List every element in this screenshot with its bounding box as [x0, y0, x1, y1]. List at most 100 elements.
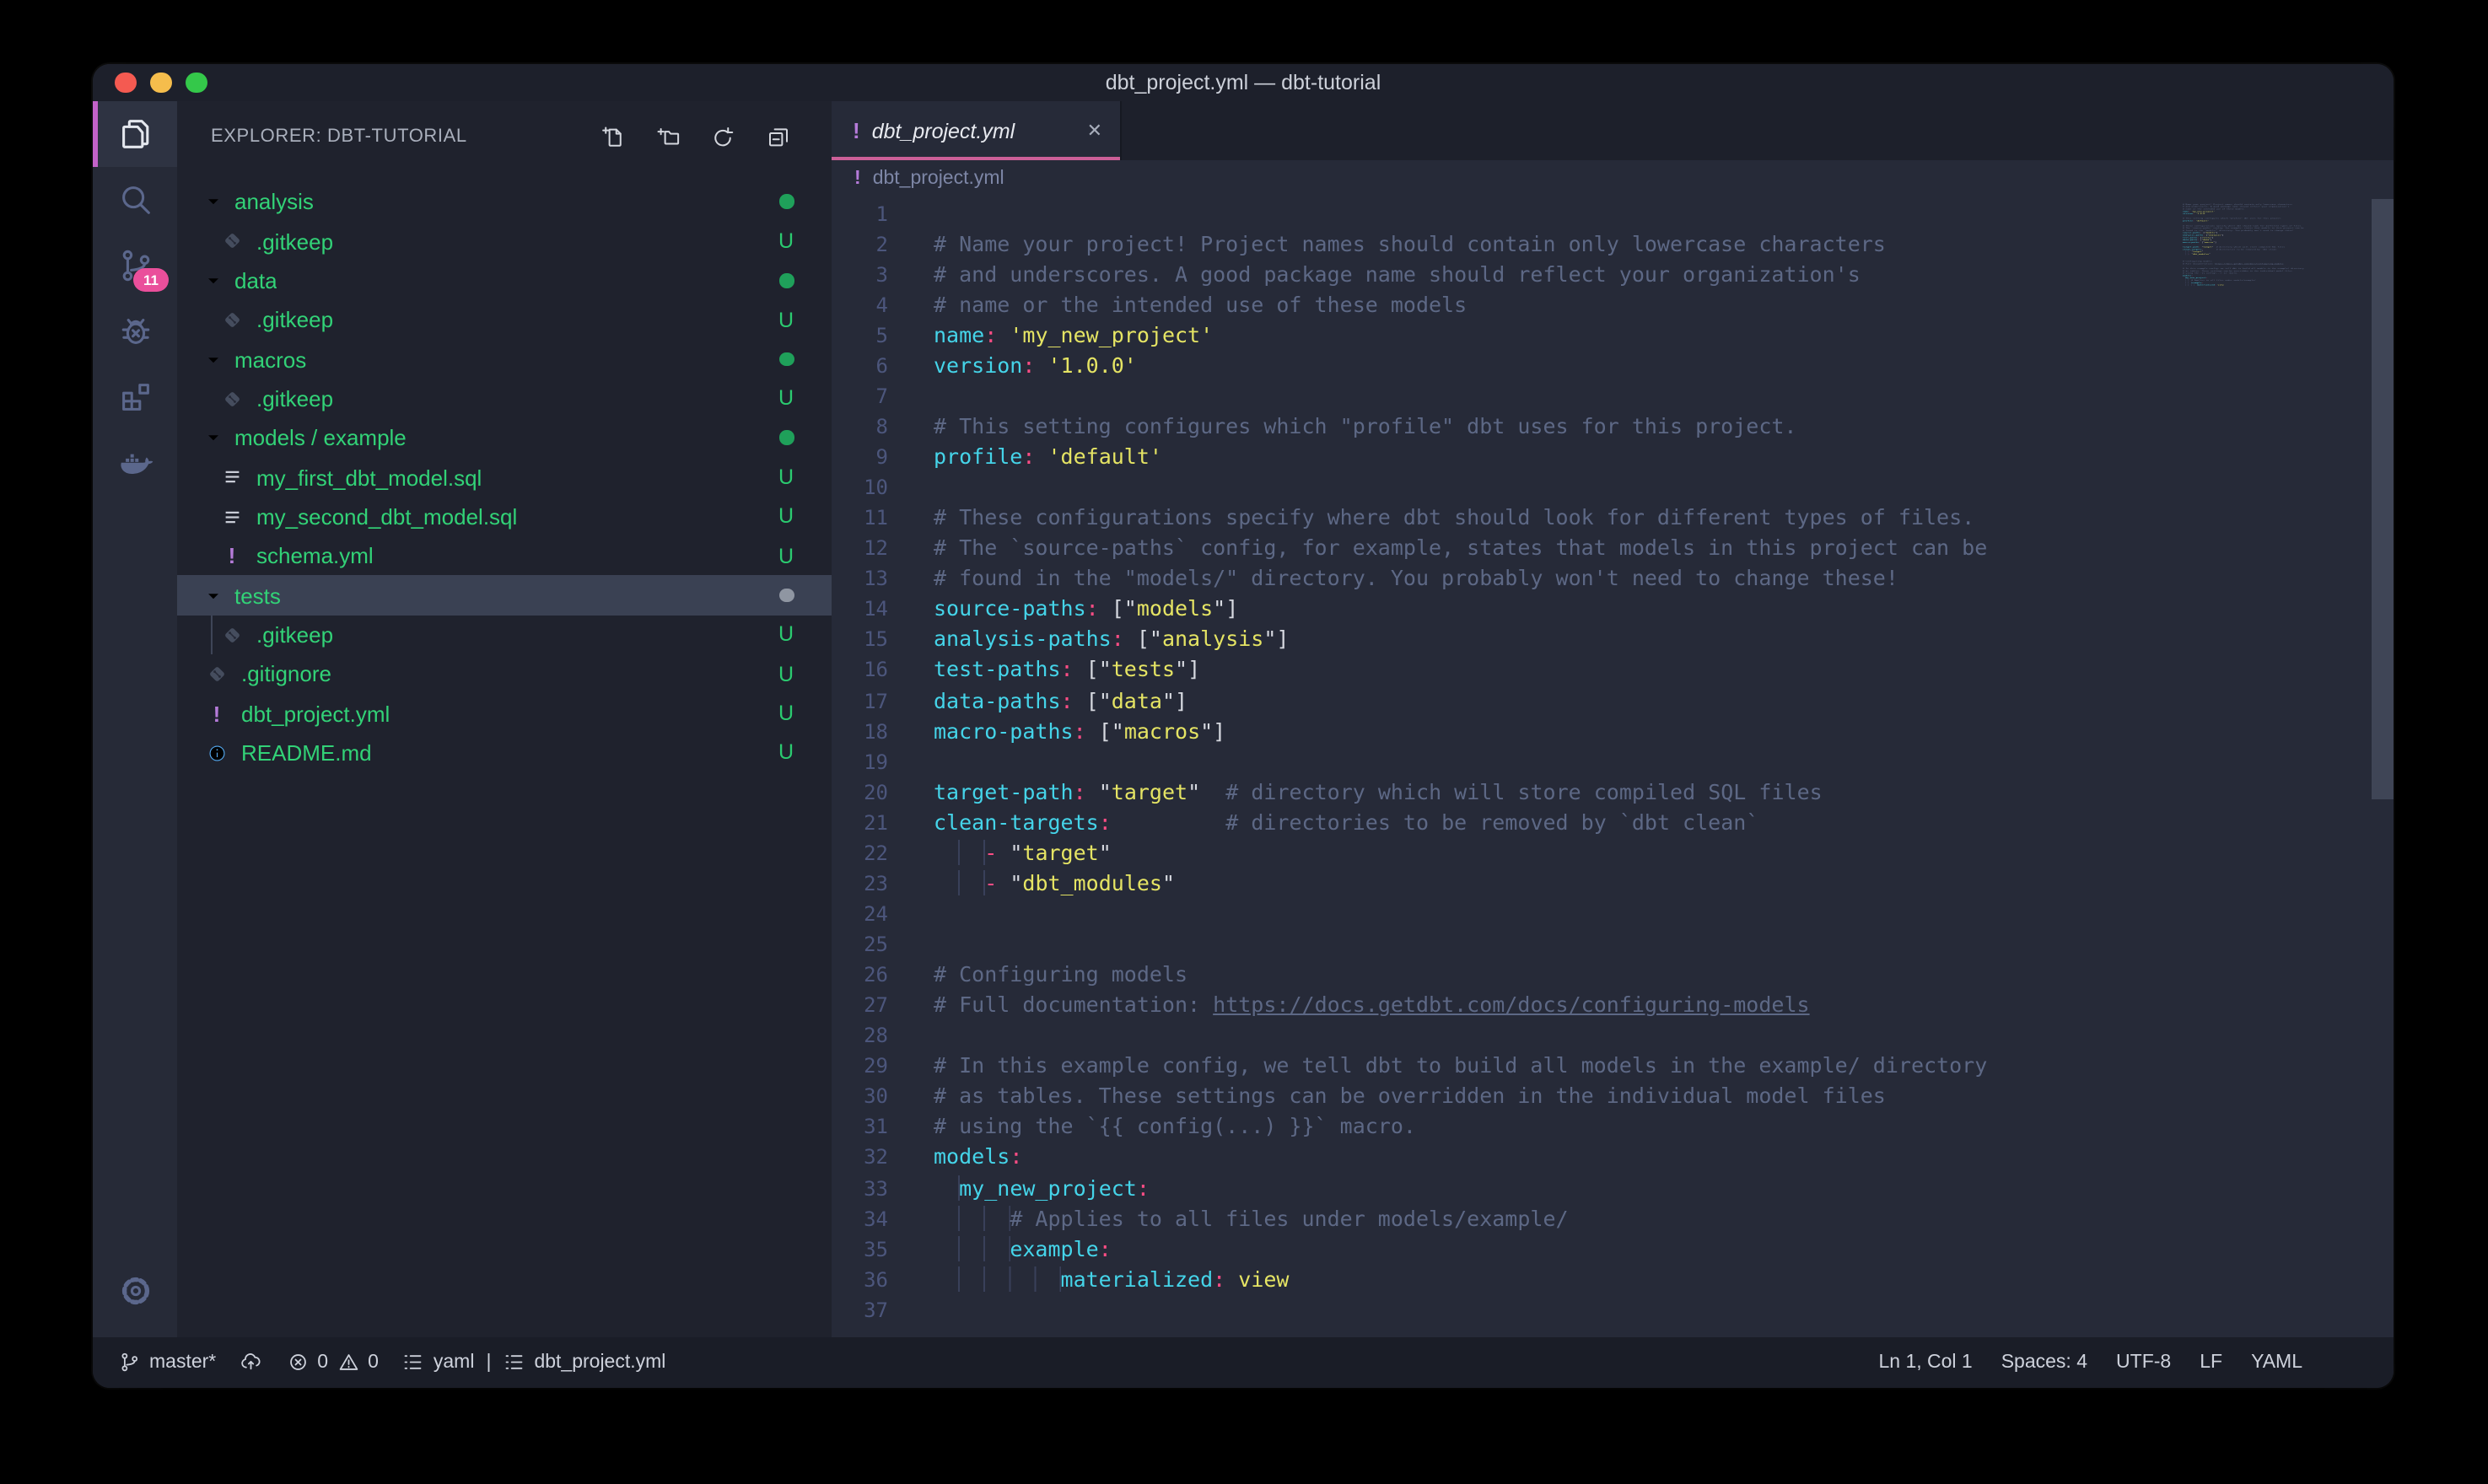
code-line: 33 my_new_project: [831, 1173, 2370, 1203]
code-line: 29# In this example config, we tell dbt … [831, 1051, 2370, 1082]
code-line: 20target-path: "target" # directory whic… [831, 777, 2370, 807]
info-icon [204, 741, 229, 764]
git-file-icon [219, 230, 245, 253]
window-title: dbt_project.yml — dbt-tutorial [1106, 71, 1381, 94]
code-line: 36 materialized: view [831, 1264, 2370, 1294]
tree-item-my-second-dbt-model-sql[interactable]: my_second_dbt_model.sqlU [177, 497, 831, 537]
editor-group: ! dbt_project.yml ✕ ! dbt_project.yml 12… [831, 101, 2394, 1336]
cursor-position-status[interactable]: Ln 1, Col 1 [1878, 1352, 1972, 1372]
git-untracked-badge: U [778, 387, 794, 411]
eol-status[interactable]: LF [2200, 1352, 2222, 1372]
editor-scrollbar[interactable] [2371, 198, 2394, 1336]
sync-changes-button[interactable] [240, 1351, 262, 1374]
code-line: 6version: '1.0.0' [831, 351, 2370, 381]
scm-changes-badge: 11 [133, 268, 169, 292]
editor[interactable]: 12# Name your project! Project names sho… [831, 198, 2394, 1336]
new-file-icon[interactable] [600, 124, 626, 149]
list-tree-icon [402, 1351, 425, 1374]
code-line: 35 example: [831, 1234, 2370, 1264]
code-line: 15analysis-paths: ["analysis"] [831, 625, 2370, 655]
explorer-title: EXPLORER: DBT-TUTORIAL [211, 126, 467, 147]
tree-item--gitkeep[interactable]: .gitkeepU [177, 616, 831, 655]
titlebar: dbt_project.yml — dbt-tutorial [93, 63, 2394, 101]
maximize-window-button[interactable] [186, 72, 207, 93]
activity-settings-button[interactable] [93, 1257, 177, 1323]
code-line: 26# Configuring models [831, 960, 2370, 990]
explorer-sidebar: EXPLORER: DBT-TUTORIAL analysis.gitkeepU… [177, 101, 831, 1336]
tree-item--gitkeep[interactable]: .gitkeepU [177, 379, 831, 418]
code-line: 4# name or the intended use of these mod… [831, 289, 2370, 320]
code-line: 17data-paths: ["data"] [831, 686, 2370, 716]
tree-item-schema-yml[interactable]: !schema.ymlU [177, 536, 831, 576]
tree-item-macros[interactable]: macros [177, 340, 831, 379]
tab-dbt-project-yml[interactable]: ! dbt_project.yml ✕ [831, 101, 1121, 160]
sql-file-icon [219, 466, 245, 489]
tree-item-my-first-dbt-model-sql[interactable]: my_first_dbt_model.sqlU [177, 458, 831, 497]
indentation-status[interactable]: Spaces: 4 [2001, 1352, 2087, 1372]
new-folder-icon[interactable] [655, 124, 681, 149]
chevron-down-icon[interactable] [204, 586, 229, 605]
tree-item-models-example[interactable]: models / example [177, 418, 831, 458]
code-line: 28 [831, 1020, 2370, 1051]
git-file-icon [204, 663, 229, 686]
code-line: 13# found in the "models/" directory. Yo… [831, 564, 2370, 594]
activity-search-button[interactable] [93, 167, 177, 233]
activity-source-control-button[interactable]: 11 [93, 233, 177, 298]
chevron-down-icon[interactable] [204, 192, 229, 211]
screen: dbt_project.yml — dbt-tutorial 11 EXPLOR… [0, 0, 2488, 1484]
yaml-schema-status[interactable]: yaml | dbt_project.yml [402, 1351, 666, 1374]
tree-item--gitkeep[interactable]: .gitkeepU [177, 300, 831, 340]
chevron-down-icon[interactable] [204, 350, 229, 368]
yaml-file-icon: ! [204, 701, 229, 726]
tree-item--gitkeep[interactable]: .gitkeepU [177, 222, 831, 261]
activity-extensions-button[interactable] [93, 364, 177, 430]
extensions-icon [116, 378, 154, 417]
activity-debug-button[interactable] [93, 298, 177, 364]
refresh-icon[interactable] [710, 124, 735, 149]
sql-file-icon [219, 505, 245, 528]
docker-icon [116, 444, 154, 482]
close-window-button[interactable] [115, 72, 136, 93]
chevron-down-icon[interactable] [204, 272, 229, 290]
warning-count: 0 [368, 1352, 379, 1372]
git-untracked-badge: U [778, 702, 794, 725]
tree-item-dbt-project-yml[interactable]: !dbt_project.ymlU [177, 694, 831, 734]
git-untracked-badge: U [778, 623, 794, 647]
code-line: 5name: 'my_new_project' [831, 320, 2370, 351]
tree-item-analysis[interactable]: analysis [177, 182, 831, 222]
activity-explorer-button[interactable] [93, 101, 177, 167]
tree-item-readme-md[interactable]: README.mdU [177, 734, 831, 773]
code-line: 10 [831, 472, 2370, 503]
git-untracked-badge: U [778, 308, 794, 331]
tree-item--gitignore[interactable]: .gitignoreU [177, 654, 831, 694]
chevron-down-icon[interactable] [204, 428, 229, 447]
git-untracked-badge: U [778, 545, 794, 568]
gear-icon [116, 1271, 154, 1309]
minimize-window-button[interactable] [150, 72, 171, 93]
breadcrumb-item[interactable]: dbt_project.yml [873, 169, 1004, 190]
git-file-icon [219, 623, 245, 646]
status-bar: master* 0 0 yaml | dbt_project.yml [93, 1336, 2394, 1387]
git-status-dot [779, 273, 794, 288]
error-icon [286, 1351, 309, 1374]
breadcrumb[interactable]: ! dbt_project.yml [831, 160, 2394, 198]
tree-item-data[interactable]: data [177, 261, 831, 300]
code-line: 27# Full documentation: https://docs.get… [831, 990, 2370, 1020]
git-branch-status[interactable]: master* [118, 1351, 216, 1374]
git-untracked-badge: U [778, 741, 794, 765]
language-mode-status[interactable]: YAML [2251, 1352, 2302, 1372]
separator: | [486, 1352, 491, 1372]
file-indicator-label: dbt_project.yml [534, 1352, 665, 1372]
tree-item-tests[interactable]: tests [177, 576, 831, 616]
encoding-status[interactable]: UTF-8 [2116, 1352, 2171, 1372]
explorer-header: EXPLORER: DBT-TUTORIAL [177, 101, 831, 172]
cloud-upload-icon [240, 1351, 262, 1374]
close-tab-icon[interactable]: ✕ [1087, 120, 1102, 142]
code-line: 30# as tables. These settings can be ove… [831, 1082, 2370, 1112]
problems-status[interactable]: 0 0 [286, 1351, 379, 1374]
yaml-file-icon: ! [854, 169, 861, 190]
code-line: 22 - "target" [831, 838, 2370, 868]
activity-docker-button[interactable] [93, 430, 177, 496]
scrollbar-thumb[interactable] [2372, 198, 2393, 798]
collapse-all-icon[interactable] [765, 124, 790, 149]
